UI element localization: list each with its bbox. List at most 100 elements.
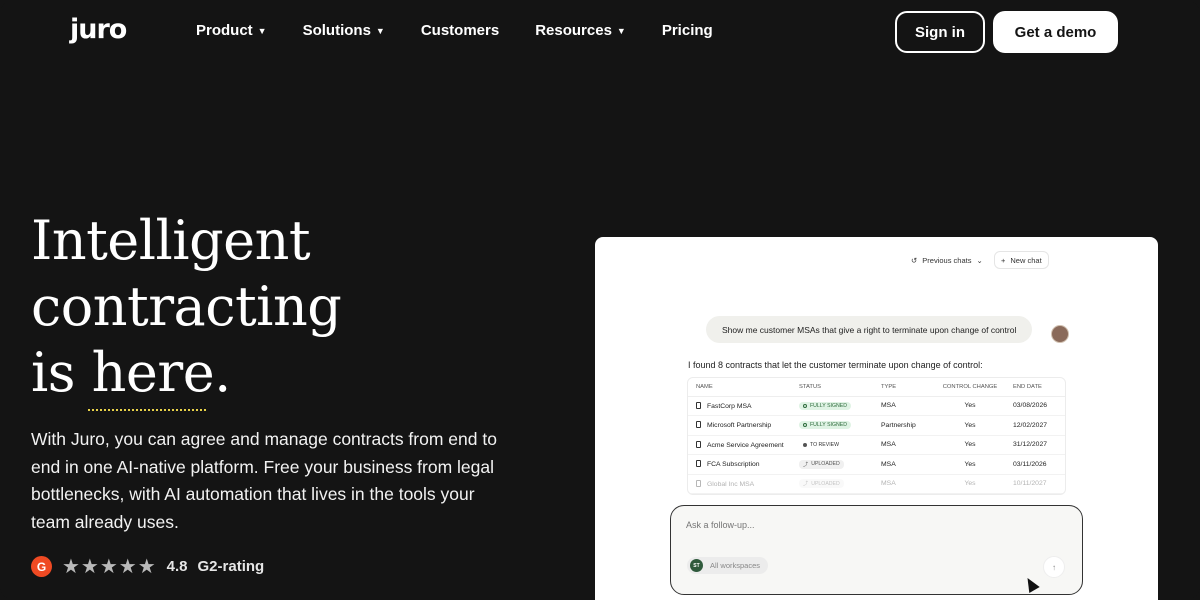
- status-badge: TO REVIEW: [799, 441, 843, 449]
- document-icon: [696, 440, 701, 448]
- status-cell: FULLY SIGNED: [791, 396, 873, 416]
- nav-solutions[interactable]: Solutions ▼: [303, 22, 385, 39]
- workspace-badge: ST: [690, 559, 703, 572]
- followup-input[interactable]: [686, 520, 1066, 530]
- status-badge: ⤴ UPLOADED: [799, 459, 844, 469]
- new-chat-button[interactable]: + New chat: [994, 251, 1049, 269]
- name-cell: FCA Subscription: [688, 454, 791, 475]
- end-date-cell: 31/12/2027: [1005, 435, 1065, 455]
- g2-logo-icon: G: [31, 556, 52, 577]
- workspace-label: All workspaces: [710, 561, 761, 570]
- control-change-cell: Yes: [935, 435, 1005, 455]
- control-change-cell: Yes: [935, 454, 1005, 475]
- arrow-up-icon: ↑: [1052, 562, 1056, 572]
- name-cell: FastCorp MSA: [688, 396, 791, 416]
- end-date-cell: 03/11/2026: [1005, 454, 1065, 475]
- hero-title-line: contracting: [31, 275, 342, 338]
- history-icon: ↺: [911, 256, 918, 265]
- table-row[interactable]: FastCorp MSA FULLY SIGNED MSA Yes 03/08/…: [688, 396, 1065, 416]
- contract-name: Acme Service Agreement: [707, 441, 784, 449]
- name-cell: Microsoft Partnership: [688, 415, 791, 436]
- column-header: CONTROL CHANGE: [935, 378, 1005, 397]
- nav-resources[interactable]: Resources ▼: [535, 22, 626, 39]
- column-header: END DATE: [1005, 378, 1065, 397]
- assistant-reply: I found 8 contracts that let the custome…: [688, 360, 983, 370]
- type-cell: MSA: [873, 474, 935, 494]
- status-cell: TO REVIEW: [791, 435, 873, 455]
- type-cell: MSA: [873, 454, 935, 475]
- column-header: NAME: [688, 378, 791, 397]
- status-label: UPLOADED: [811, 461, 840, 468]
- control-change-cell: Yes: [935, 474, 1005, 494]
- chevron-down-icon: ▼: [375, 26, 385, 36]
- contract-name: Global Inc MSA: [707, 480, 755, 488]
- main-nav: Product ▼ Solutions ▼ Customers Resource…: [196, 22, 749, 39]
- document-icon: [696, 401, 701, 409]
- name-cell: Global Inc MSA: [688, 474, 791, 494]
- nav-pricing[interactable]: Pricing: [662, 22, 713, 39]
- nav-label: Product: [196, 22, 253, 39]
- status-cell: ⤴ UPLOADED: [791, 474, 873, 494]
- rating-label: G2-rating: [197, 558, 265, 575]
- status-badge: FULLY SIGNED: [799, 401, 851, 410]
- hero-subtitle: With Juro, you can agree and manage cont…: [31, 429, 497, 532]
- nav-label: Pricing: [661, 22, 713, 39]
- new-chat-label: New chat: [1010, 255, 1042, 265]
- workspace-selector[interactable]: ST All workspaces: [687, 557, 769, 574]
- send-button[interactable]: ↑: [1043, 556, 1065, 578]
- control-change-cell: Yes: [935, 396, 1005, 416]
- plus-icon: +: [1001, 255, 1006, 265]
- table-row[interactable]: Microsoft Partnership FULLY SIGNED Partn…: [688, 415, 1065, 436]
- followup-composer: ST All workspaces ↑: [670, 505, 1083, 595]
- end-date-cell: 10/11/2027: [1005, 474, 1065, 494]
- hero-title-line: is here.: [31, 341, 231, 404]
- rating-score: 4.8: [166, 558, 188, 575]
- contracts-table: NAME STATUS TYPE CONTROL CHANGE END DATE…: [687, 377, 1066, 495]
- juro-logo[interactable]: juro: [70, 14, 127, 45]
- contract-name: Microsoft Partnership: [707, 422, 772, 430]
- document-icon: [696, 460, 701, 468]
- hero-title-line: Intelligent: [31, 209, 311, 272]
- sign-in-button[interactable]: Sign in: [895, 11, 985, 53]
- nav-label: Customers: [420, 22, 500, 39]
- status-label: FULLY SIGNED: [810, 422, 847, 429]
- type-cell: Partnership: [873, 415, 935, 436]
- status-label: UPLOADED: [811, 480, 840, 487]
- status-icon: [803, 423, 807, 428]
- previous-chats-label: Previous chats: [922, 256, 972, 265]
- nav-label: Solutions: [302, 22, 371, 39]
- document-icon: [696, 421, 701, 429]
- status-icon: [803, 403, 807, 408]
- nav-product[interactable]: Product ▼: [196, 22, 267, 39]
- column-header: TYPE: [873, 378, 935, 397]
- eye-icon: [803, 442, 807, 447]
- nav-customers[interactable]: Customers: [421, 22, 499, 39]
- g2-rating: G ★★★★★ 4.8 G2-rating: [31, 554, 264, 579]
- get-demo-button[interactable]: Get a demo: [993, 11, 1118, 53]
- product-preview-panel: ↺ Previous chats ⌄ + New chat Show me cu…: [595, 237, 1158, 600]
- star-rating-icon: ★★★★★: [62, 556, 157, 578]
- status-badge: ⤴ UPLOADED: [799, 479, 844, 489]
- chevron-down-icon: ⌄: [976, 256, 983, 265]
- status-cell: ⤴ UPLOADED: [791, 454, 873, 475]
- avatar: [1051, 325, 1069, 343]
- status-badge: FULLY SIGNED: [799, 421, 851, 430]
- column-header: STATUS: [791, 378, 873, 397]
- upload-icon: ⤴: [803, 461, 809, 468]
- contract-name: FastCorp MSA: [707, 402, 752, 410]
- status-cell: FULLY SIGNED: [791, 415, 873, 436]
- control-change-cell: Yes: [935, 415, 1005, 436]
- document-icon: [696, 479, 701, 487]
- name-cell: Acme Service Agreement: [688, 435, 791, 455]
- end-date-cell: 12/02/2027: [1005, 415, 1065, 436]
- table-row[interactable]: FCA Subscription ⤴ UPLOADED MSA Yes 03/11…: [688, 454, 1065, 475]
- table-header-row: NAME STATUS TYPE CONTROL CHANGE END DATE: [688, 378, 1065, 397]
- end-date-cell: 03/08/2026: [1005, 396, 1065, 416]
- previous-chats-button[interactable]: ↺ Previous chats ⌄: [911, 256, 983, 265]
- table-row[interactable]: Acme Service Agreement TO REVIEW MSA Yes…: [688, 435, 1065, 455]
- table-row[interactable]: Global Inc MSA ⤴ UPLOADED MSA Yes 10/11/2…: [688, 474, 1065, 494]
- nav-label: Resources: [535, 22, 612, 39]
- page: juro Product ▼ Solutions ▼ Customers Res…: [0, 0, 1200, 600]
- chevron-down-icon: ▼: [257, 26, 267, 36]
- type-cell: MSA: [873, 435, 935, 455]
